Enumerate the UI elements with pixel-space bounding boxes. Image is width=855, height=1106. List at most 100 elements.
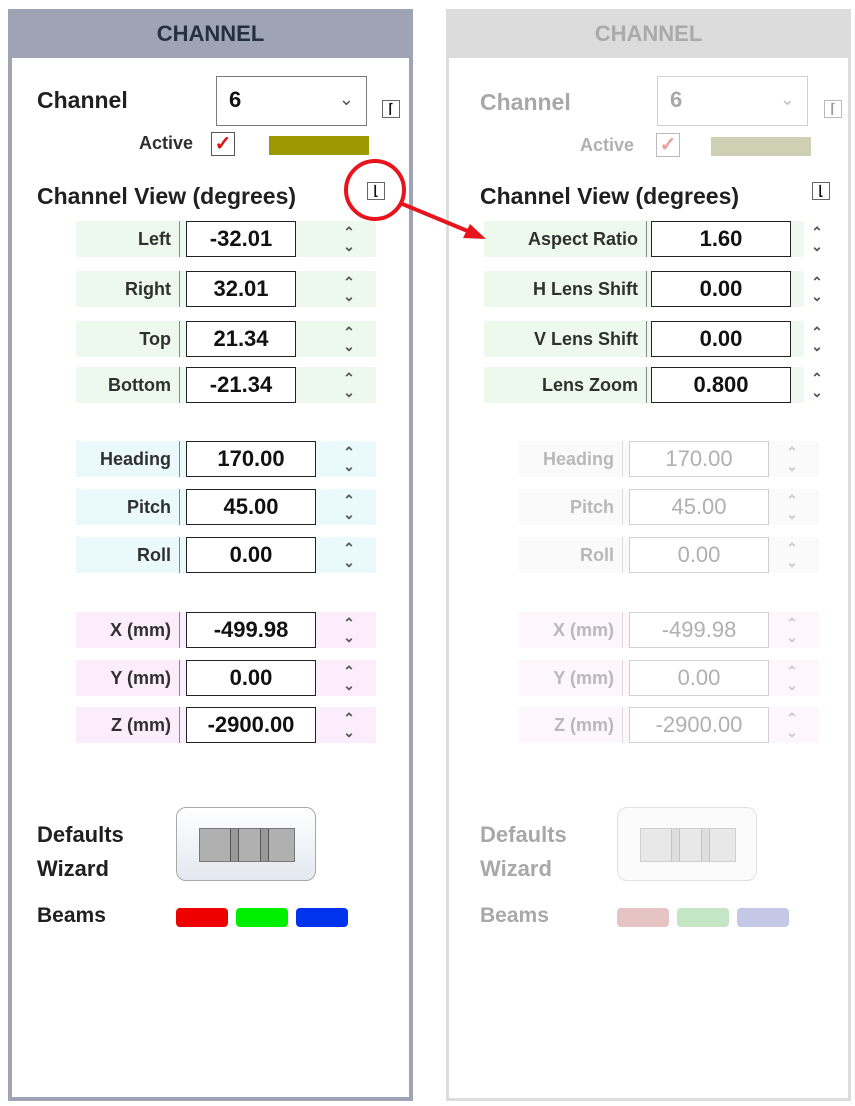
up-down-spinner-icon[interactable]: ⌃ ⌄: [332, 612, 366, 648]
defaults-label: Defaults: [480, 822, 567, 847]
row-label: Z (mm): [519, 707, 623, 743]
up-down-spinner-icon[interactable]: ⌃ ⌄: [775, 489, 809, 525]
value-input-y[interactable]: 0.00: [186, 660, 316, 696]
row-label: Roll: [76, 537, 180, 573]
up-down-spinner-icon[interactable]: ⌃ ⌄: [775, 612, 809, 648]
corner-toggle-icon: ⌊: [818, 183, 824, 198]
channel-panel-lens: CHANNEL Channel 6 ⌄ ⌈ Active ✓ Channel V…: [446, 9, 851, 1101]
row-label: Left: [76, 221, 180, 257]
up-down-spinner-icon[interactable]: ⌃ ⌄: [332, 660, 366, 696]
checkmark-icon: ✓: [659, 134, 677, 156]
row-label: Roll: [519, 537, 623, 573]
channel-select-value: 6: [670, 87, 683, 112]
row-label: V Lens Shift: [484, 321, 647, 357]
up-down-spinner-icon[interactable]: ⌃ ⌄: [332, 489, 366, 525]
channel-label: Channel: [37, 87, 128, 113]
active-label: Active: [139, 133, 194, 153]
row-label: Z (mm): [76, 707, 180, 743]
channel-select[interactable]: 6 ⌄: [216, 76, 367, 126]
row-label: Heading: [76, 441, 180, 477]
up-down-spinner-icon[interactable]: ⌃ ⌄: [332, 321, 366, 357]
beam-red-swatch[interactable]: [617, 908, 669, 927]
row-label: Aspect Ratio: [484, 221, 647, 257]
beams-label: Beams: [480, 904, 549, 927]
chevron-down-icon: ⌄: [338, 89, 354, 109]
value-input-heading[interactable]: 170.00: [629, 441, 769, 477]
channel-select[interactable]: 6 ⌄: [657, 76, 808, 126]
value-input-pitch[interactable]: 45.00: [186, 489, 316, 525]
row-label: Top: [76, 321, 180, 357]
corner-toggle-icon[interactable]: ⌈: [382, 100, 400, 118]
up-down-spinner-icon[interactable]: ⌃ ⌄: [800, 321, 834, 357]
value-input-x[interactable]: -499.98: [629, 612, 769, 648]
value-input-h-lens-shift[interactable]: 0.00: [651, 271, 791, 307]
row-label: Lens Zoom: [484, 367, 647, 403]
beam-green-swatch[interactable]: [677, 908, 729, 927]
defaults-label: Defaults: [37, 822, 124, 847]
up-down-spinner-icon[interactable]: ⌃ ⌄: [332, 441, 366, 477]
up-down-spinner-icon[interactable]: ⌃ ⌄: [332, 367, 366, 403]
up-down-spinner-icon[interactable]: ⌃ ⌄: [332, 221, 366, 257]
corner-toggle-icon[interactable]: ⌈: [824, 100, 842, 118]
value-input-heading[interactable]: 170.00: [186, 441, 316, 477]
row-label: Pitch: [76, 489, 180, 525]
chevron-down-icon: ⌄: [779, 89, 795, 109]
row-label: Pitch: [519, 489, 623, 525]
active-checkbox[interactable]: ✓: [656, 133, 680, 157]
value-input-x[interactable]: -499.98: [186, 612, 316, 648]
row-label: H Lens Shift: [484, 271, 647, 307]
beam-red-swatch[interactable]: [176, 908, 228, 927]
channel-view-toggle-button[interactable]: ⌊: [812, 182, 830, 200]
up-down-spinner-icon[interactable]: ⌃ ⌄: [332, 707, 366, 743]
up-down-spinner-icon[interactable]: ⌃ ⌄: [800, 271, 834, 307]
wizard-icon: [640, 828, 736, 862]
channel-label: Channel: [480, 89, 571, 115]
value-input-lens-zoom[interactable]: 0.800: [651, 367, 791, 403]
active-checkbox[interactable]: ✓: [211, 132, 235, 156]
channel-color-swatch[interactable]: [711, 137, 811, 156]
value-input-aspect-ratio[interactable]: 1.60: [651, 221, 791, 257]
up-down-spinner-icon[interactable]: ⌃ ⌄: [800, 367, 834, 403]
checkmark-icon: ✓: [214, 133, 232, 155]
value-input-bottom[interactable]: -21.34: [186, 367, 296, 403]
channel-view-toggle-button[interactable]: ⌊: [367, 182, 385, 200]
channel-view-label: Channel View (degrees): [480, 183, 740, 209]
up-down-spinner-icon[interactable]: ⌃ ⌄: [332, 271, 366, 307]
up-down-spinner-icon[interactable]: ⌃ ⌄: [775, 707, 809, 743]
channel-panel-active: CHANNEL Channel 6 ⌄ ⌈ Active ✓ Channel V…: [8, 9, 413, 1101]
beam-green-swatch[interactable]: [236, 908, 288, 927]
up-down-spinner-icon[interactable]: ⌃ ⌄: [332, 537, 366, 573]
corner-toggle-icon: ⌊: [373, 183, 379, 198]
active-label: Active: [580, 135, 635, 155]
wizard-label: Wizard: [37, 856, 109, 881]
value-input-z[interactable]: -2900.00: [186, 707, 316, 743]
value-input-z[interactable]: -2900.00: [629, 707, 769, 743]
row-label: Heading: [519, 441, 623, 477]
value-input-left[interactable]: -32.01: [186, 221, 296, 257]
row-label: Bottom: [76, 367, 180, 403]
beam-blue-swatch[interactable]: [737, 908, 789, 927]
channel-select-value: 6: [229, 87, 242, 112]
beam-blue-swatch[interactable]: [296, 908, 348, 927]
value-input-roll[interactable]: 0.00: [186, 537, 316, 573]
channel-color-swatch[interactable]: [269, 136, 369, 155]
value-input-roll[interactable]: 0.00: [629, 537, 769, 573]
up-down-spinner-icon[interactable]: ⌃ ⌄: [775, 441, 809, 477]
wizard-label: Wizard: [480, 856, 552, 881]
channel-view-label: Channel View (degrees): [37, 183, 297, 209]
defaults-wizard-button[interactable]: [617, 807, 757, 881]
up-down-spinner-icon[interactable]: ⌃ ⌄: [800, 221, 834, 257]
up-down-spinner-icon[interactable]: ⌃ ⌄: [775, 660, 809, 696]
row-label: X (mm): [519, 612, 623, 648]
value-input-y[interactable]: 0.00: [629, 660, 769, 696]
wizard-icon: [199, 828, 295, 862]
row-label: X (mm): [76, 612, 180, 648]
value-input-right[interactable]: 32.01: [186, 271, 296, 307]
value-input-pitch[interactable]: 45.00: [629, 489, 769, 525]
defaults-wizard-button[interactable]: [176, 807, 316, 881]
row-label: Y (mm): [76, 660, 180, 696]
value-input-v-lens-shift[interactable]: 0.00: [651, 321, 791, 357]
up-down-spinner-icon[interactable]: ⌃ ⌄: [775, 537, 809, 573]
value-input-top[interactable]: 21.34: [186, 321, 296, 357]
row-label: Right: [76, 271, 180, 307]
